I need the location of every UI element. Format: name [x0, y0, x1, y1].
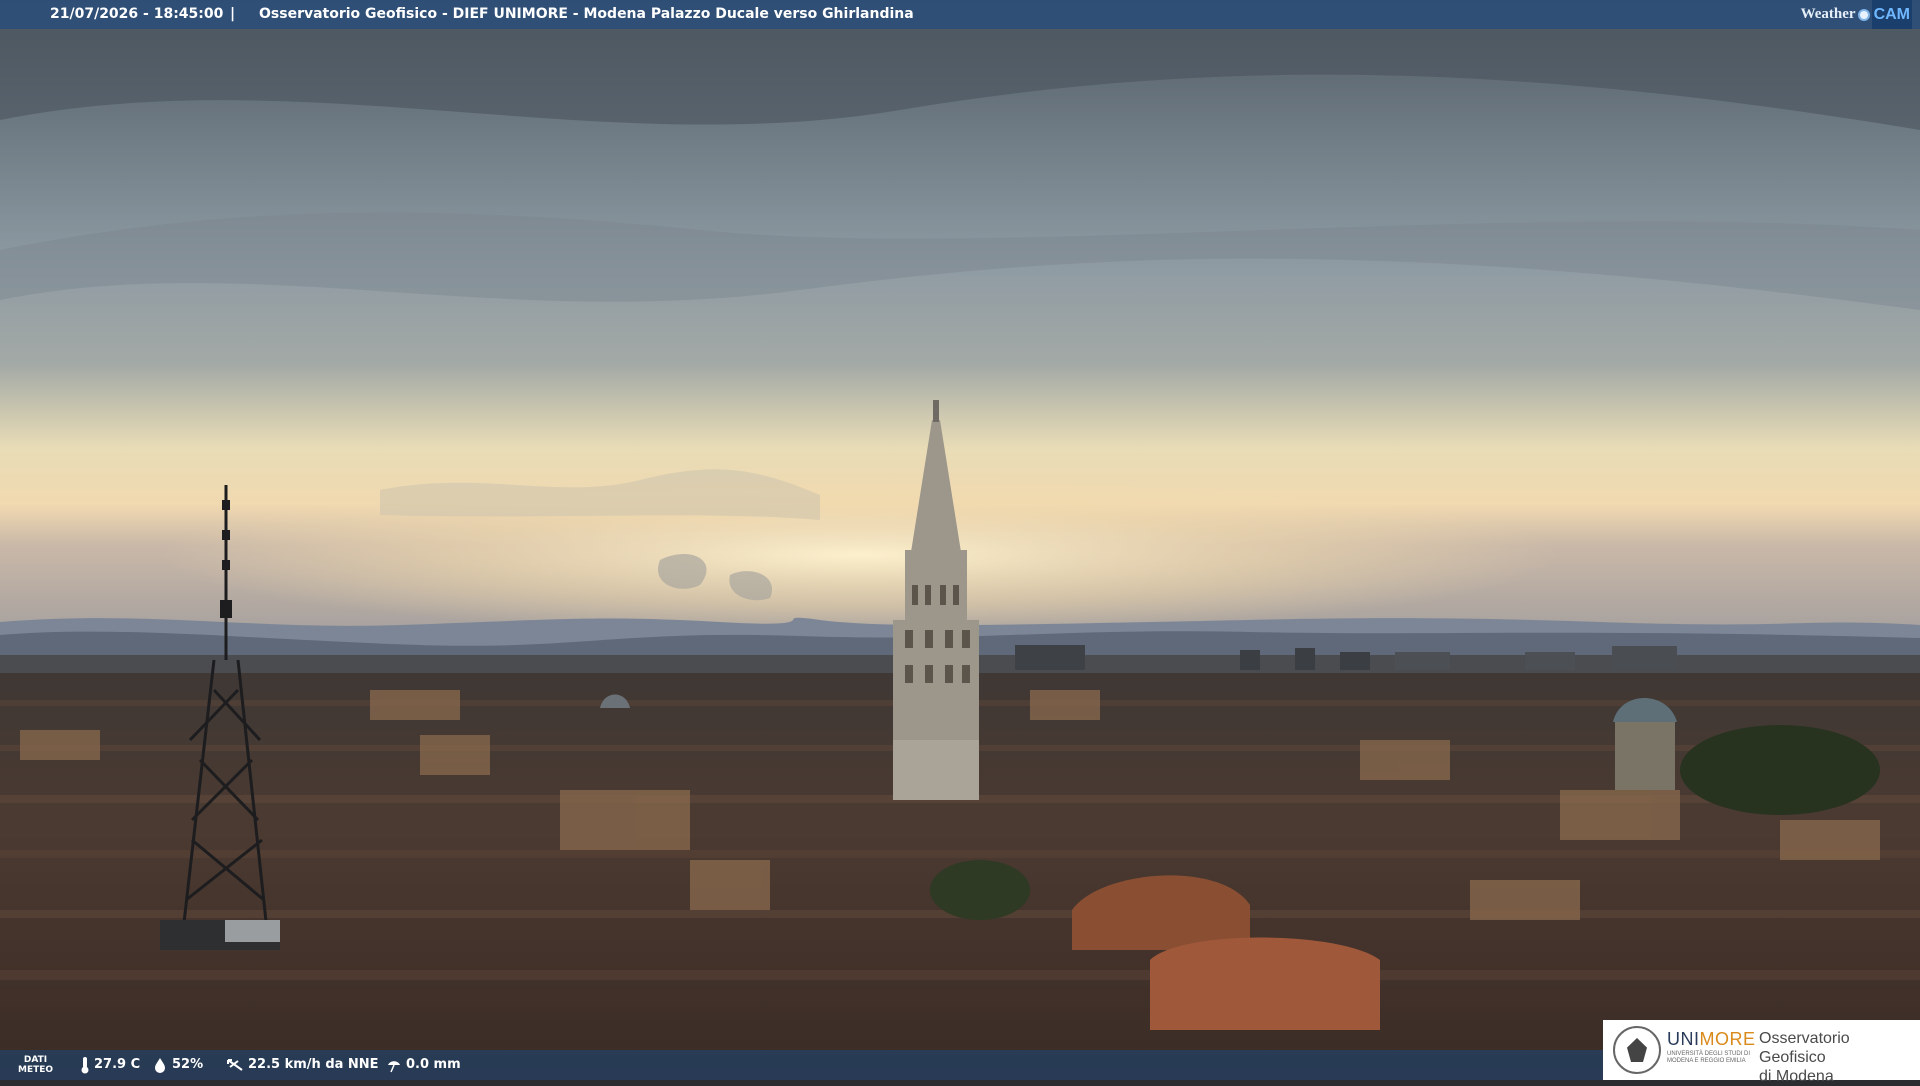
rain-icon — [388, 1061, 400, 1073]
brand-cam-text: CAM — [1871, 0, 1912, 29]
temperature-value: 27.9 C — [94, 1057, 141, 1072]
timestamp: 21/07/2026 - 18:45:00 — [50, 6, 224, 22]
humidity-readout: 52% — [152, 1050, 203, 1080]
humidity-value: 52% — [172, 1057, 204, 1072]
brand-weather-text: Weather — [1800, 6, 1856, 22]
rain-value: 0.0 mm — [406, 1057, 461, 1072]
weather-data-label: DATI METEO — [18, 1055, 53, 1075]
wind-readout: 22.5 km/h da NNE — [226, 1050, 379, 1080]
unimore-subtitle: UNIVERSITÀ DEGLI STUDI DI MODENA E REGGI… — [1667, 1051, 1751, 1064]
unimore-wordmark-uni: UNI — [1667, 1029, 1700, 1049]
brand-eye-icon — [1857, 8, 1870, 21]
wind-value: 22.5 km/h da NNE — [248, 1057, 379, 1072]
wind-icon — [227, 1059, 243, 1071]
unimore-observatory-logo: UNIMORE UNIVERSITÀ DEGLI STUDI DI MODENA… — [1603, 1020, 1920, 1085]
weathercam-logo: Weather CAM — [1801, 0, 1912, 29]
humidity-drop-icon — [155, 1058, 165, 1073]
observatory-name: Osservatorio Geofisico di Modena — [1759, 1029, 1920, 1086]
unimore-wordmark-more: MORE — [1699, 1029, 1756, 1049]
observatory-name-line2: di Modena — [1759, 1068, 1834, 1085]
observatory-name-line1: Osservatorio Geofisico — [1759, 1030, 1850, 1066]
title-separator: | — [230, 6, 236, 22]
camera-info-bar: 21/07/2026 - 18:45:00 | Osservatorio Geo… — [0, 0, 1920, 29]
weather-label-line1: DATI — [23, 1055, 48, 1065]
webcam-image — [0, 0, 1920, 1080]
weather-label-line2: METEO — [18, 1065, 54, 1075]
rain-readout: 0.0 mm — [386, 1050, 461, 1080]
university-seal-icon — [1613, 1026, 1661, 1074]
unimore-wordmark: UNIMORE — [1667, 1029, 1756, 1050]
temperature-readout: 27.9 C — [80, 1050, 140, 1080]
weather-data-bar: DATI METEO 27.9 C 52% 22.5 km/h da NNE 0… — [0, 1050, 1603, 1080]
thermometer-icon — [81, 1057, 89, 1074]
camera-title: Osservatorio Geofisico - DIEF UNIMORE - … — [259, 6, 914, 22]
